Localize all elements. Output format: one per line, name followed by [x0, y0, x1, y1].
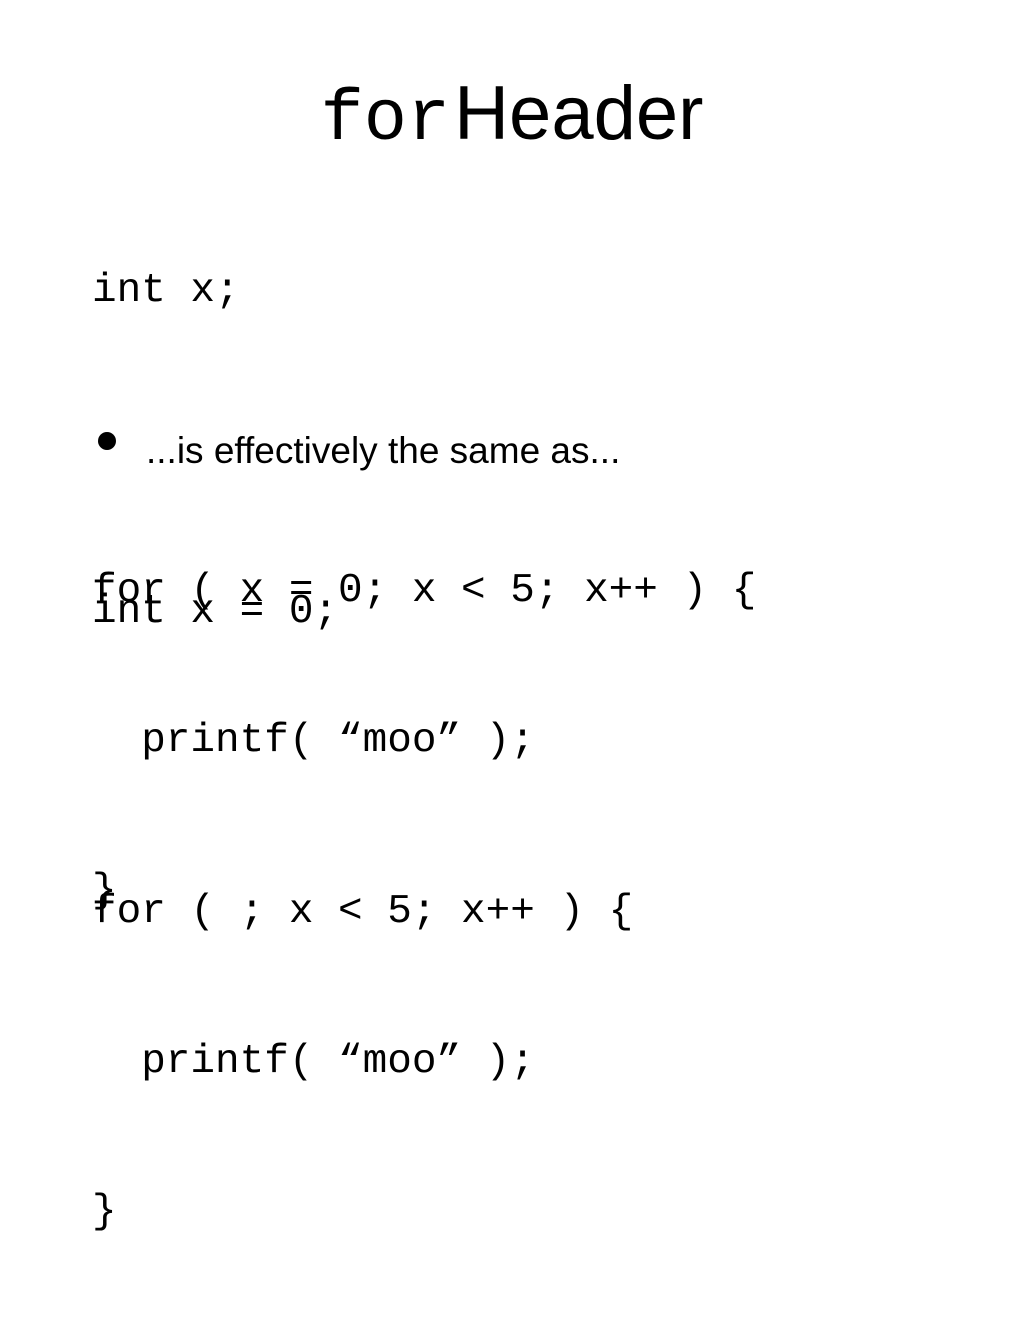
code-block-2: int x = 0; for ( ; x < 5; x++ ) { printf…	[92, 487, 633, 1337]
title-text: Header	[454, 71, 704, 156]
code-line: int x;	[92, 268, 240, 314]
bullet-icon	[98, 432, 116, 450]
code-line: for ( ; x < 5; x++ ) {	[92, 889, 634, 935]
code-line: }	[92, 1189, 117, 1235]
bullet-text: ...is effectively the same as...	[146, 430, 621, 471]
bullet-item: ...is effectively the same as...	[98, 426, 620, 476]
slide-title: for Header	[0, 70, 1024, 161]
code-line: printf( “moo” );	[92, 1039, 535, 1085]
title-code-keyword: for	[320, 79, 451, 161]
code-line: int x = 0;	[92, 589, 339, 635]
